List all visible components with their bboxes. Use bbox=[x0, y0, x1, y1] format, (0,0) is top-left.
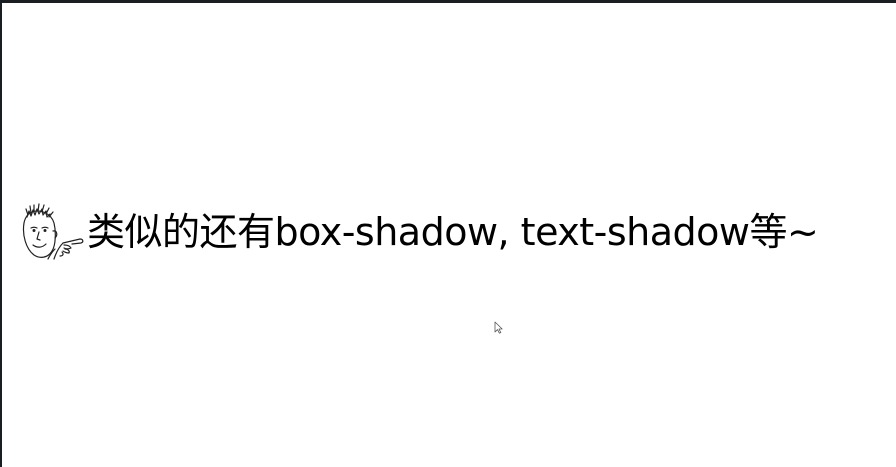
mouse-pointer-icon bbox=[494, 321, 503, 334]
pointing-face-icon bbox=[22, 203, 84, 260]
slide-headline: 类似的还有box-shadow, text-shadow等~ bbox=[18, 198, 819, 266]
headline-text: 类似的还有box-shadow, text-shadow等~ bbox=[87, 210, 819, 254]
